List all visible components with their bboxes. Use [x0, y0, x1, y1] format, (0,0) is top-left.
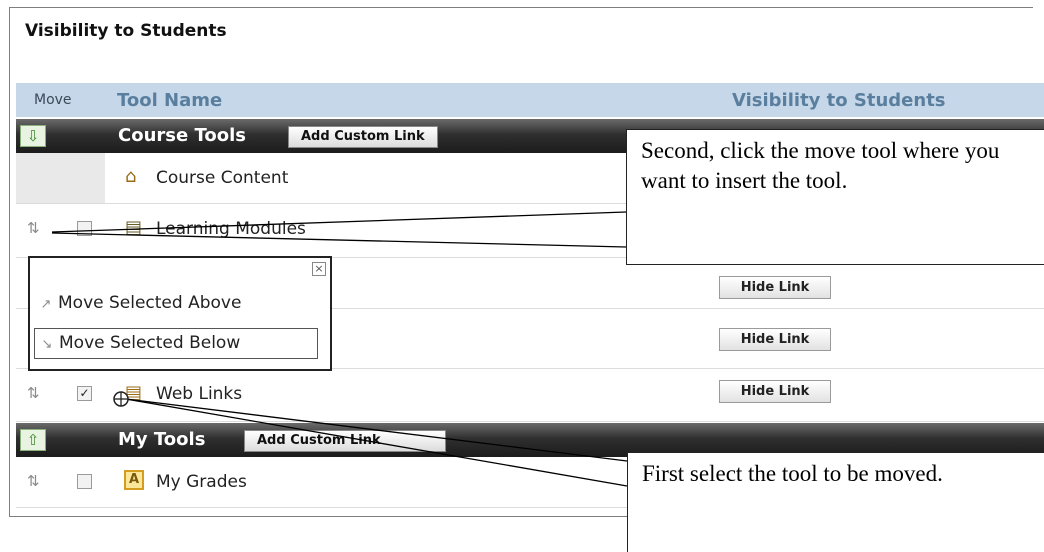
callout-first: First select the tool to be moved. — [627, 452, 1044, 552]
callout-second: Second, click the move tool where you wa… — [626, 129, 1044, 265]
